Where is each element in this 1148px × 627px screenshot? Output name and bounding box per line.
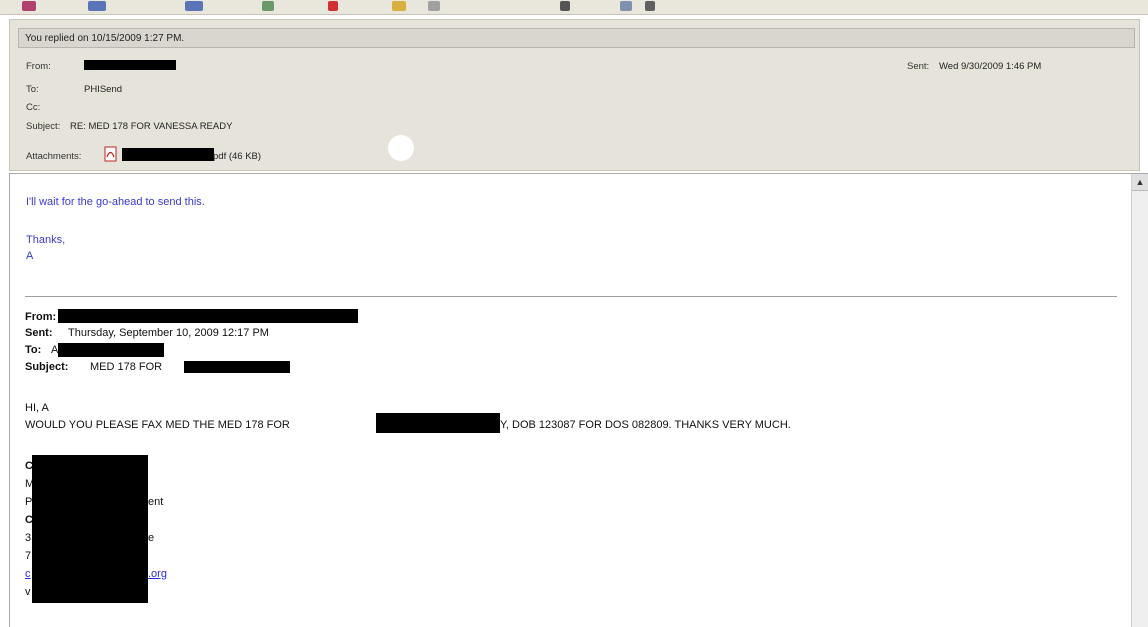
reply-thanks: Thanks, [26,234,66,246]
attachments-label: Attachments: [26,151,82,162]
toolbar-icon[interactable] [392,1,406,11]
pdf-icon[interactable] [103,146,119,162]
greeting: HI, A [25,402,49,414]
reply-line: I'll wait for the go-ahead to send this. [26,196,205,208]
sig-line-3-suffix: ent [148,496,164,508]
scroll-up-arrow-icon[interactable]: ▲ [1132,174,1148,191]
message-divider [25,296,1117,297]
sig-line-8: v [25,586,31,598]
signature-redaction [32,455,148,603]
sent-label: Sent: [907,61,930,72]
sig-email-link-suffix[interactable]: .org [148,568,167,580]
toolbar-icon[interactable] [22,1,36,11]
fwd-from-redaction [58,309,358,323]
toolbar [0,0,1148,15]
fwd-to-redaction [58,343,164,357]
toolbar-icon[interactable] [620,1,632,11]
toolbar-icon[interactable] [645,1,655,11]
reply-signature: A [26,250,34,262]
to-label: To: [26,84,39,95]
subject-label: Subject: [26,121,61,132]
message-name-redaction [376,413,500,433]
from-label: From: [26,61,51,72]
fwd-subject-label: Subject: [25,361,69,373]
toolbar-icon[interactable] [328,1,338,11]
sig-line-5-prefix: 3 [25,532,32,544]
to-value[interactable]: PHISend [84,84,122,95]
vertical-scrollbar[interactable]: ▲ [1131,174,1148,627]
toolbar-icon[interactable] [262,1,274,11]
toolbar-icon[interactable] [185,1,203,11]
sig-email-link-prefix[interactable]: c [25,568,31,580]
message-body: ▲ I'll wait for the go-ahead to send thi… [9,173,1148,627]
sig-line-5-suffix: e [148,532,155,544]
fwd-subject-value: MED 178 FOR [90,361,163,373]
toolbar-icon[interactable] [560,1,570,11]
cursor-indicator [388,135,414,161]
fwd-sent-value: Thursday, September 10, 2009 12:17 PM [68,327,269,339]
attachment-name-redaction [122,148,214,161]
fwd-subject-redaction [184,361,290,373]
subject-value: RE: MED 178 FOR VANESSA READY [70,121,233,132]
message-text-prefix: WOULD YOU PLEASE FAX MED THE MED 178 FOR [25,419,290,431]
sig-line-6: 7 [25,550,32,562]
fwd-from-label: From: [25,311,57,323]
message-text-suffix: Y, DOB 123087 FOR DOS 082809. THANKS VER… [500,419,791,431]
reply-notice-bar[interactable]: You replied on 10/15/2009 1:27 PM. [18,28,1135,48]
fwd-to-label: To: [25,344,42,356]
toolbar-icon[interactable] [428,1,440,11]
toolbar-icon[interactable] [88,1,106,11]
reply-notice-text: You replied on 10/15/2009 1:27 PM. [25,33,185,44]
sent-value: Wed 9/30/2009 1:46 PM [939,61,1042,72]
attachment-size[interactable]: pdf (46 KB) [213,151,261,162]
cc-label: Cc: [26,102,41,113]
from-redaction [84,60,176,70]
fwd-sent-label: Sent: [25,327,53,339]
message-header: You replied on 10/15/2009 1:27 PM. From:… [9,19,1140,171]
